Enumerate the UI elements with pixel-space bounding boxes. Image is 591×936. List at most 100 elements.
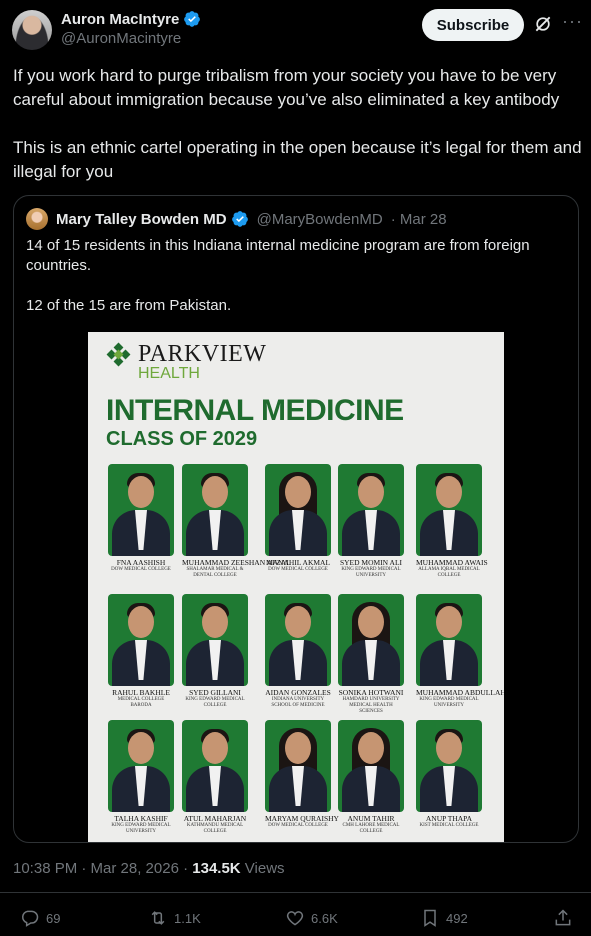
resident-photo bbox=[265, 594, 331, 686]
reply-button[interactable]: 69 bbox=[20, 908, 60, 928]
resident-card: MUHAMMAD AWAIS ALLAMA IQBAL MEDICAL COLLE… bbox=[416, 464, 488, 579]
resident-name: MANAHIL AKMAL bbox=[265, 558, 331, 567]
resident-card: AIDAN GONZALES INDIANA UNIVERSITY SCHOOL … bbox=[265, 594, 331, 709]
resident-photo bbox=[416, 720, 482, 812]
resident-name: MUHAMMAD ABDULLAH ILYAS bbox=[416, 688, 504, 697]
like-count: 6.6K bbox=[311, 910, 338, 926]
share-icon bbox=[555, 909, 571, 926]
quoted-author-handle: @MaryBowdenMD bbox=[256, 210, 383, 228]
resident-card: SYED GILLANI KING EDWARD MEDICAL COLLEGE bbox=[182, 594, 248, 709]
resident-name: MUHAMMAD ZEESHAN AFZAL bbox=[182, 558, 291, 567]
resident-school: DOW MEDICAL COLLEGE bbox=[111, 567, 171, 572]
tweet-text: If you work hard to purge tribalism from… bbox=[13, 64, 583, 208]
resident-card: SONIKA HOTWANI HAMDARD UNIVERSITY MEDICAL… bbox=[338, 594, 404, 715]
bookmark-icon bbox=[424, 909, 436, 927]
resident-school: KING EDWARD MEDICAL UNIVERSITY bbox=[419, 697, 479, 708]
quoted-date: · Mar 28 bbox=[390, 210, 447, 228]
resident-school: ALLAMA IQBAL MEDICAL COLLEGE bbox=[418, 567, 480, 578]
author-name[interactable]: Auron MacIntyre bbox=[61, 11, 179, 28]
bookmark-button[interactable]: 492 bbox=[420, 908, 468, 928]
resident-school: SHALAMAR MEDICAL & DENTAL COLLEGE bbox=[186, 567, 244, 578]
resident-school: KING EDWARD MEDICAL UNIVERSITY bbox=[111, 823, 171, 834]
resident-school: CMH LAHORE MEDICAL COLLEGE bbox=[342, 823, 400, 834]
divider bbox=[0, 892, 591, 893]
resident-photo bbox=[182, 594, 248, 686]
resident-card: ATUL MAHARJAN KATHMANDU MEDICAL COLLEGE bbox=[182, 720, 248, 835]
resident-card: ANUP THAPA KIST MEDICAL COLLEGE bbox=[416, 720, 482, 829]
resident-name: ATUL MAHARJAN bbox=[183, 814, 247, 823]
parkview-logo: PARKVIEW HEALTH bbox=[106, 341, 267, 382]
resident-school: KIST MEDICAL COLLEGE bbox=[419, 823, 479, 828]
quoted-tweet[interactable]: Mary Talley Bowden MD @MaryBowdenMD · Ma… bbox=[13, 195, 579, 843]
repost-button[interactable]: 1.1K bbox=[148, 908, 201, 928]
share-button[interactable] bbox=[553, 908, 573, 928]
resident-school: MEDICAL COLLEGE BARODA bbox=[117, 697, 165, 708]
resident-name: AIDAN GONZALES bbox=[265, 688, 331, 697]
resident-card: ANUM TAHIR CMH LAHORE MEDICAL COLLEGE bbox=[338, 720, 404, 835]
views-count: 134.5K bbox=[192, 860, 241, 877]
resident-name: RAHUL BAKHLE bbox=[112, 688, 170, 697]
resident-card: RAHUL BAKHLE MEDICAL COLLEGE BARODA bbox=[108, 594, 174, 709]
quoted-paragraph: 12 of the 15 are from Pakistan. bbox=[26, 297, 232, 314]
resident-card: MUHAMMAD ABDULLAH ILYASKING EDWARD MEDIC… bbox=[416, 594, 504, 709]
resident-photo bbox=[265, 464, 331, 556]
brand-sub: HEALTH bbox=[138, 365, 200, 382]
resident-name: MUHAMMAD AWAIS bbox=[416, 558, 488, 567]
quoted-tweet-header: Mary Talley Bowden MD @MaryBowdenMD · Ma… bbox=[26, 208, 447, 230]
resident-photo bbox=[338, 594, 404, 686]
resident-name: TALHA KASHIF bbox=[114, 814, 168, 823]
like-button[interactable]: 6.6K bbox=[285, 908, 338, 928]
resident-photo bbox=[182, 464, 248, 556]
resident-school: KING EDWARD MEDICAL UNIVERSITY bbox=[341, 567, 401, 578]
reply-count: 69 bbox=[46, 910, 61, 926]
resident-name: SONIKA HOTWANI bbox=[338, 688, 404, 697]
resident-school: KATHMANDU MEDICAL COLLEGE bbox=[186, 823, 244, 834]
quoted-author-name: Mary Talley Bowden MD bbox=[56, 210, 227, 228]
reply-icon bbox=[22, 910, 39, 927]
heart-icon bbox=[286, 911, 304, 926]
tweet-paragraph: This is an ethnic cartel operating in th… bbox=[13, 138, 582, 181]
resident-photo bbox=[108, 464, 174, 556]
resident-photo bbox=[338, 464, 404, 556]
poster-subtitle: CLASS OF 2029 bbox=[106, 428, 258, 450]
resident-card: SYED MOMIN ALI KING EDWARD MEDICAL UNIVER… bbox=[338, 464, 404, 579]
resident-photo bbox=[108, 594, 174, 686]
verified-icon bbox=[231, 211, 248, 227]
author-avatar[interactable] bbox=[12, 10, 52, 50]
resident-photo bbox=[338, 720, 404, 812]
resident-photo bbox=[416, 464, 482, 556]
resident-school: DOW MEDICAL COLLEGE bbox=[268, 823, 328, 828]
residents-poster-image[interactable]: PARKVIEW HEALTH INTERNAL MEDICINE CLASS … bbox=[88, 332, 504, 842]
resident-card: TALHA KASHIF KING EDWARD MEDICAL UNIVERSI… bbox=[108, 720, 174, 835]
resident-name: FNA AASHISH bbox=[116, 558, 166, 567]
tweet-header: Auron MacIntyre @AuronMacintyre Subscrib… bbox=[12, 8, 582, 52]
bookmark-count: 492 bbox=[446, 910, 468, 926]
grok-icon[interactable] bbox=[533, 14, 553, 34]
author-handle[interactable]: @AuronMacintyre bbox=[61, 30, 181, 47]
resident-photo bbox=[265, 720, 331, 812]
brand-name: PARKVIEW bbox=[138, 341, 267, 367]
timestamp[interactable]: 10:38 PM · Mar 28, 2026 · bbox=[13, 860, 192, 877]
repost-count: 1.1K bbox=[174, 910, 201, 926]
resident-photo bbox=[182, 720, 248, 812]
views-label: Views bbox=[240, 860, 285, 877]
resident-school: KING EDWARD MEDICAL COLLEGE bbox=[185, 697, 245, 708]
resident-card: MARYAM QURAISHY DOW MEDICAL COLLEGE bbox=[265, 720, 339, 829]
poster-title: INTERNAL MEDICINE bbox=[106, 394, 404, 427]
tweet-meta: 10:38 PM · Mar 28, 2026 · 134.5K Views bbox=[13, 860, 285, 877]
resident-school: HAMDARD UNIVERSITY MEDICAL HEALTH SCIENC… bbox=[342, 697, 400, 714]
quoted-paragraph: 14 of 15 residents in this Indiana inter… bbox=[26, 237, 530, 274]
subscribe-button[interactable]: Subscribe bbox=[422, 9, 524, 41]
author-name-row: Auron MacIntyre bbox=[61, 10, 201, 28]
resident-school: DOW MEDICAL COLLEGE bbox=[268, 567, 328, 572]
action-bar: 69 1.1K 6.6K 492 bbox=[0, 908, 591, 936]
resident-card: FNA AASHISH DOW MEDICAL COLLEGE bbox=[108, 464, 174, 573]
resident-photo bbox=[108, 720, 174, 812]
resident-card: MUHAMMAD ZEESHAN AFZAL SHALAMAR MEDICAL &… bbox=[182, 464, 291, 579]
resident-name: ANUM TAHIR bbox=[347, 814, 395, 823]
repost-icon bbox=[151, 911, 165, 925]
resident-name: MARYAM QURAISHY bbox=[265, 814, 339, 823]
more-icon[interactable]: ··· bbox=[562, 12, 582, 34]
resident-school: INDIANA UNIVERSITY SCHOOL OF MEDICINE bbox=[271, 697, 325, 708]
resident-name: SYED MOMIN ALI bbox=[339, 558, 403, 567]
